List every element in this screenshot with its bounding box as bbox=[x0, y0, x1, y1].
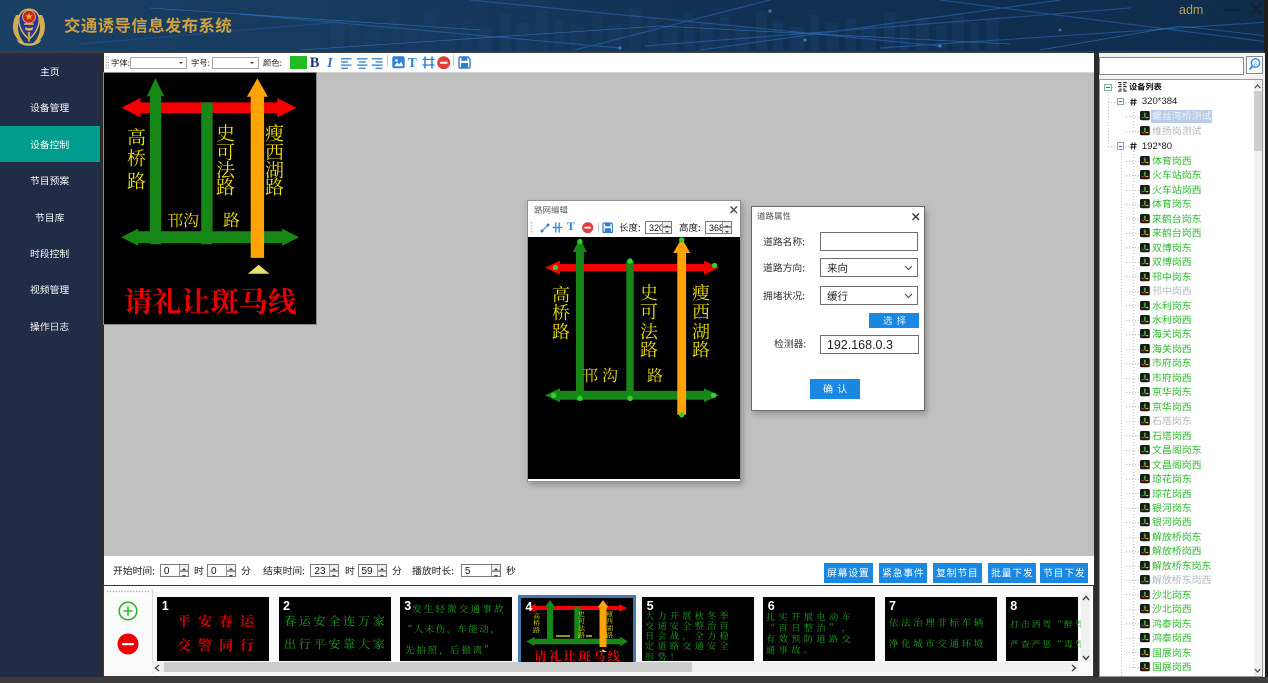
svg-text:3: 3 bbox=[1254, 62, 1257, 68]
